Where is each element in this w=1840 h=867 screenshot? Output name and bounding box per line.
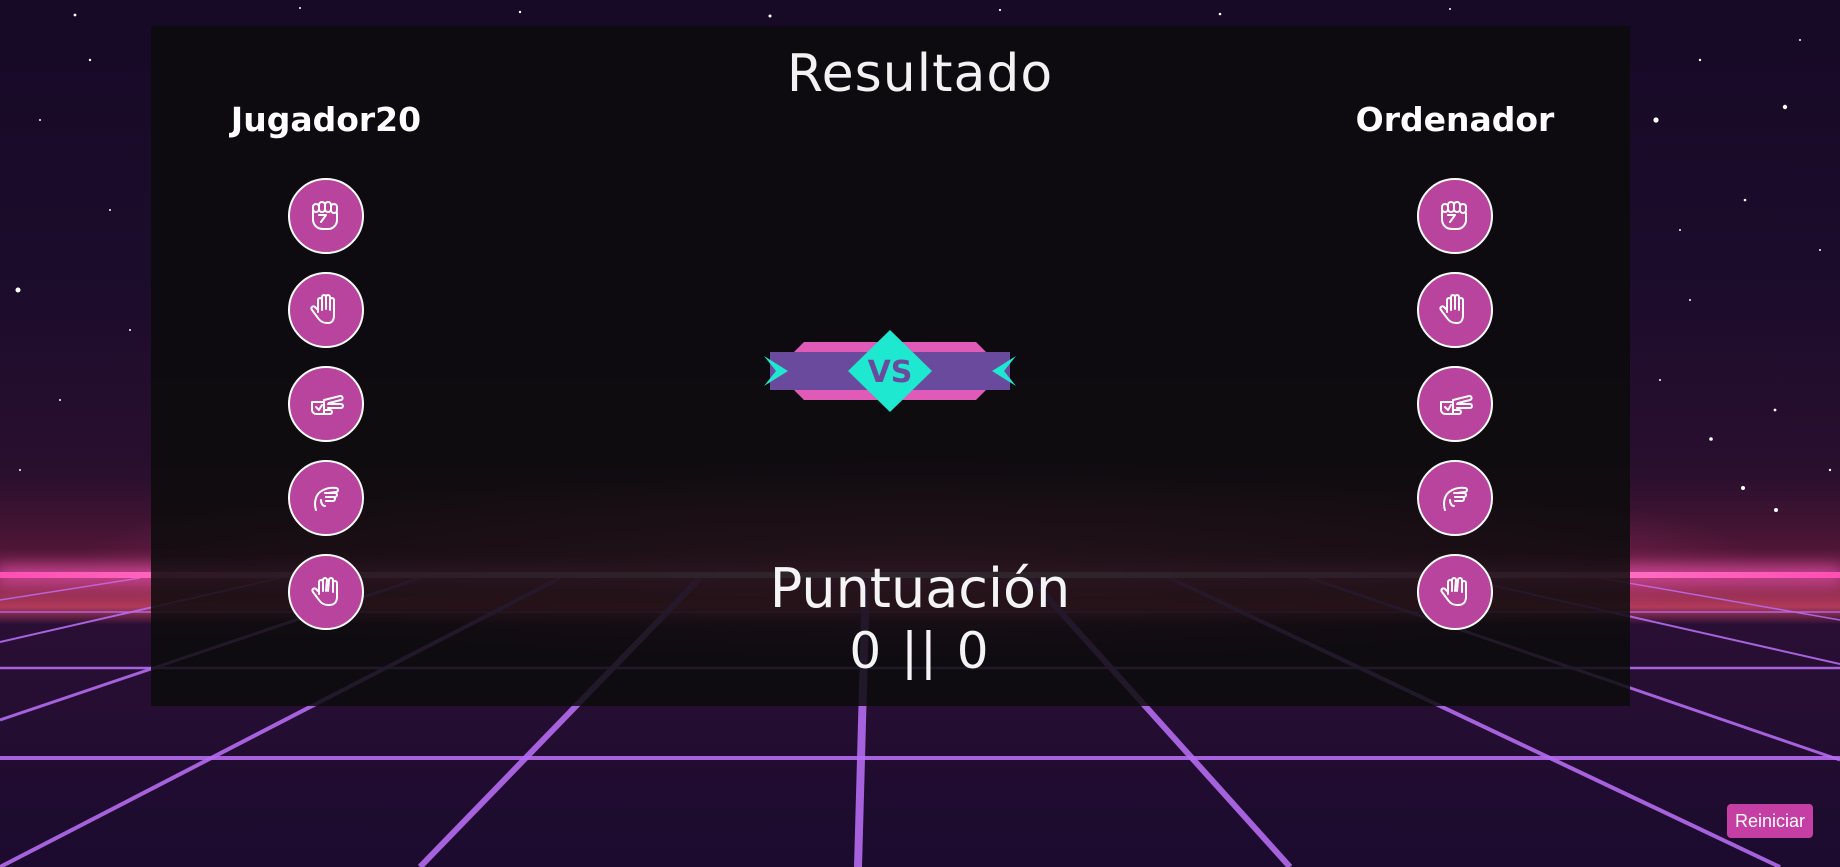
player2-lizard-button[interactable] — [1417, 460, 1493, 536]
vs-label: VS — [868, 355, 913, 390]
player2-rock-button[interactable] — [1417, 178, 1493, 254]
player1-rock-button[interactable] — [288, 178, 364, 254]
player1-scissors-button[interactable] — [288, 366, 364, 442]
player2-paper-button[interactable] — [1417, 272, 1493, 348]
vs-emblem: VS — [764, 330, 1016, 412]
player2-scissors-button[interactable] — [1417, 366, 1493, 442]
lizard-hand-icon — [1443, 486, 1468, 511]
player1-lizard-button[interactable] — [288, 460, 364, 536]
score-title: Puntuación — [769, 557, 1071, 620]
player1-paper-button[interactable] — [288, 272, 364, 348]
open-hand-icon — [1439, 294, 1464, 324]
player1-name: Jugador20 — [230, 100, 422, 139]
scissors-hand-icon — [311, 394, 344, 415]
result-title: Resultado — [786, 44, 1054, 104]
lizard-hand-icon — [314, 486, 339, 511]
score-separator: || — [901, 622, 939, 680]
open-hand-icon — [310, 294, 335, 324]
fist-icon — [1441, 201, 1467, 230]
scissors-hand-icon — [1440, 394, 1473, 415]
game-scene: Resultado Jugador20 Ordenador VS Puntuac… — [0, 0, 1840, 867]
player2-name: Ordenador — [1355, 100, 1555, 139]
fist-icon — [312, 201, 338, 230]
player1-score: 0 — [849, 622, 884, 680]
restart-button[interactable]: Reiniciar — [1727, 804, 1813, 838]
player2-score: 0 — [956, 622, 991, 680]
score-display: 0 || 0 — [0, 622, 1840, 680]
